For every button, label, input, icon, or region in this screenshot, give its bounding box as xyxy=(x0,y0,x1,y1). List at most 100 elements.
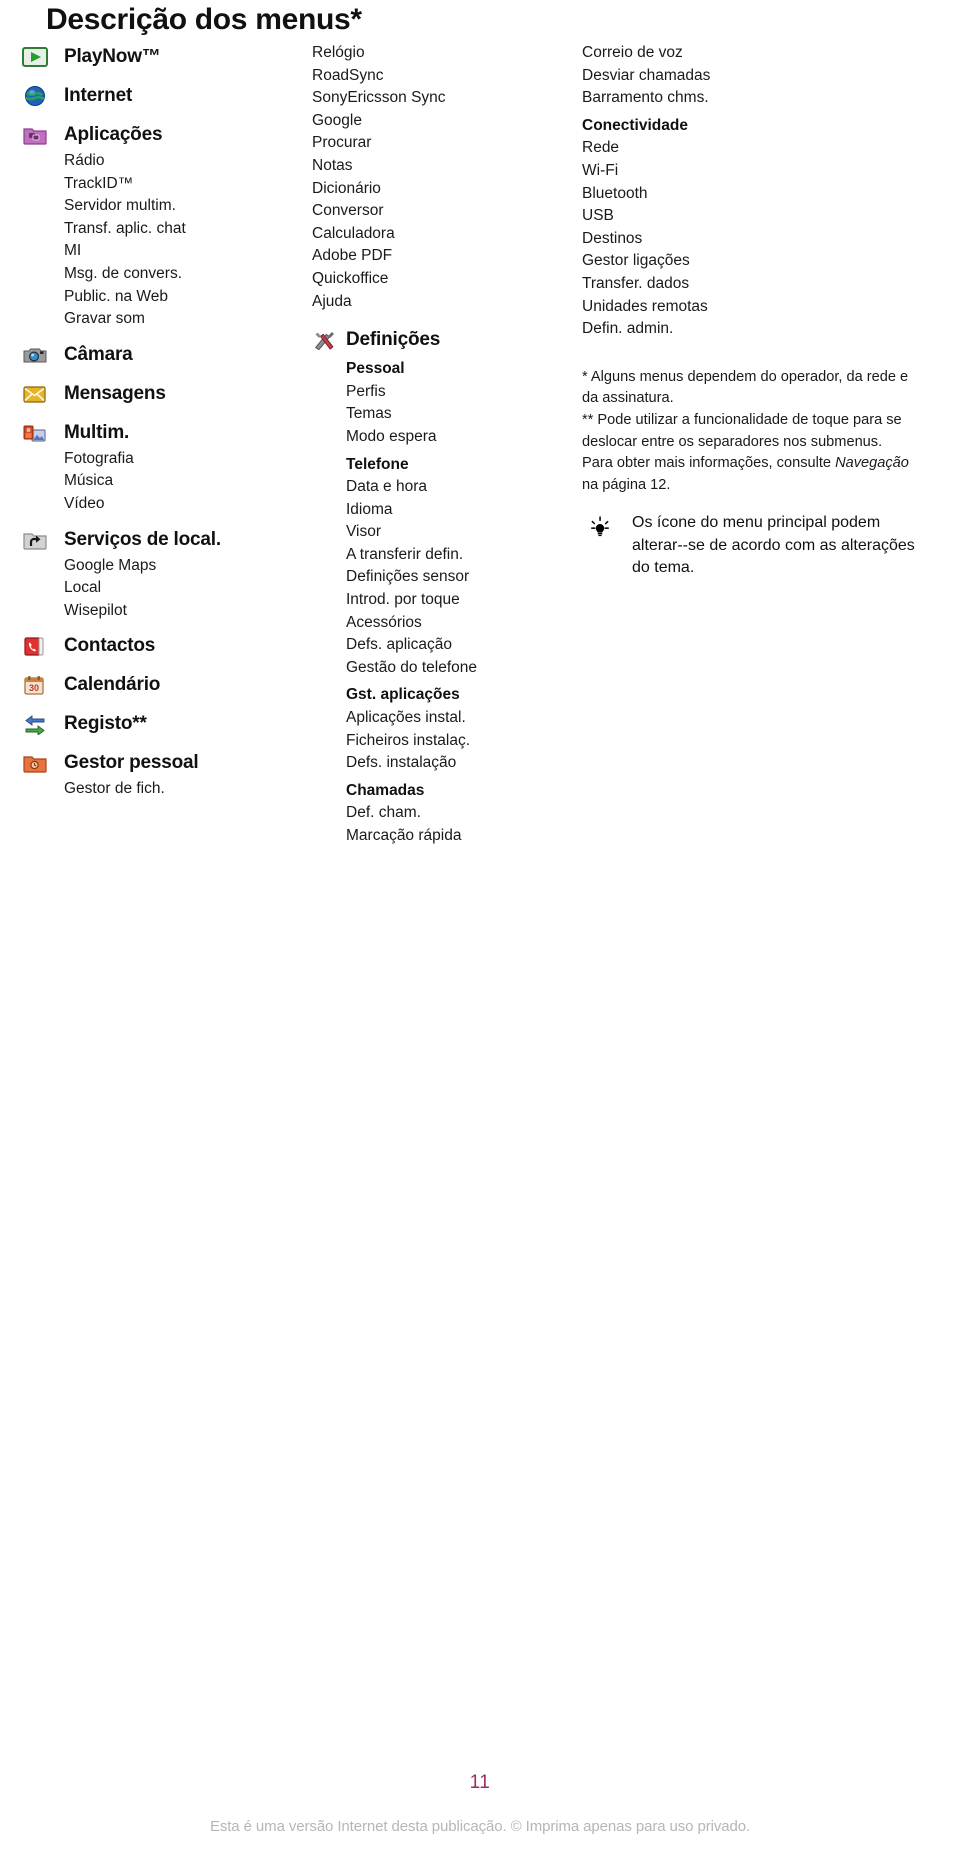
menu-group-contactos: Contactos xyxy=(18,631,308,661)
list-item[interactable]: Defin. admin. xyxy=(582,318,912,341)
multimedia-icon xyxy=(22,422,48,444)
menu-item-camara[interactable]: Câmara xyxy=(18,340,308,370)
list-item-group-header[interactable]: Telefone xyxy=(346,449,582,477)
list-item[interactable]: Modo espera xyxy=(346,426,582,449)
menu-item-internet[interactable]: Internet xyxy=(18,81,308,111)
menu-group-gestor-pessoal: Gestor pessoal Gestor de fich. xyxy=(18,748,308,801)
list-item[interactable]: TrackID™ xyxy=(64,173,308,196)
list-item-group-header[interactable]: Conectividade xyxy=(582,110,912,138)
menu-item-aplicacoes[interactable]: Aplicações xyxy=(18,120,308,150)
list-item[interactable]: Fotografia xyxy=(64,448,308,471)
menu-item-gestor-pessoal[interactable]: Gestor pessoal xyxy=(18,748,308,778)
list-item[interactable]: Defs. instalação xyxy=(346,752,582,775)
list-item[interactable]: Defs. aplicação xyxy=(346,634,582,657)
menu-group-mensagens: Mensagens xyxy=(18,379,308,409)
list-item[interactable]: Transfer. dados xyxy=(582,273,912,296)
list-item[interactable]: Rede xyxy=(582,137,912,160)
list-item[interactable]: Barramento chms. xyxy=(582,87,912,110)
list-item[interactable]: Calculadora xyxy=(312,223,582,246)
location-services-folder-icon xyxy=(22,529,48,551)
list-item[interactable]: Introd. por toque xyxy=(346,589,582,612)
menu-item-mensagens[interactable]: Mensagens xyxy=(18,379,308,409)
menu-item-definicoes[interactable]: Definições xyxy=(312,325,582,355)
submenu-servicos-local: Google Maps Local Wisepilot xyxy=(18,555,308,623)
list-item[interactable]: MI xyxy=(64,240,308,263)
list-item[interactable]: Acessórios xyxy=(346,612,582,635)
list-item[interactable]: Procurar xyxy=(312,132,582,155)
tip-note: Os ícone do menu principal podem alterar… xyxy=(582,512,932,579)
list-item[interactable]: A transferir defin. xyxy=(346,544,582,567)
list-item[interactable]: Perfis xyxy=(346,381,582,404)
list-item[interactable]: Temas xyxy=(346,403,582,426)
list-item[interactable]: Gestor de fich. xyxy=(64,778,308,801)
submenu-aplicacoes: Rádio TrackID™ Servidor multim. Transf. … xyxy=(18,150,308,331)
menu-item-gestor-pessoal-label: Gestor pessoal xyxy=(64,752,199,774)
list-item[interactable]: Dicionário xyxy=(312,178,582,201)
list-item[interactable]: RoadSync xyxy=(312,65,582,88)
applications-continued-list: Relógio RoadSync SonyEricsson Sync Googl… xyxy=(312,42,582,313)
playnow-icon xyxy=(22,46,48,68)
list-item[interactable]: SonyEricsson Sync xyxy=(312,87,582,110)
list-item-group-header[interactable]: Gst. aplicações xyxy=(346,679,582,707)
settings-tools-icon xyxy=(312,329,338,351)
list-item[interactable]: Idioma xyxy=(346,499,582,522)
menu-group-camara: Câmara xyxy=(18,340,308,370)
list-item-group-header[interactable]: Chamadas xyxy=(346,775,582,803)
list-item[interactable]: Ajuda xyxy=(312,291,582,314)
menu-column-middle: Relógio RoadSync SonyEricsson Sync Googl… xyxy=(312,42,582,848)
list-item[interactable]: Correio de voz xyxy=(582,42,912,65)
menu-item-playnow[interactable]: PlayNow™ xyxy=(18,42,308,72)
menu-item-mensagens-label: Mensagens xyxy=(64,382,166,404)
footnotes: * Alguns menus dependem do operador, da … xyxy=(582,367,912,497)
list-item[interactable]: Gestor ligações xyxy=(582,250,912,273)
list-item[interactable]: Msg. de convers. xyxy=(64,263,308,286)
menu-item-registo[interactable]: Registo** xyxy=(18,709,308,739)
menu-item-definicoes-label: Definições xyxy=(346,329,441,351)
list-item[interactable]: Desviar chamadas xyxy=(582,65,912,88)
list-item[interactable]: Data e hora xyxy=(346,476,582,499)
list-item[interactable]: Def. cham. xyxy=(346,802,582,825)
list-item[interactable]: Bluetooth xyxy=(582,183,912,206)
list-item[interactable]: Definições sensor xyxy=(346,566,582,589)
list-item[interactable]: Wisepilot xyxy=(64,600,308,623)
list-item[interactable]: Visor xyxy=(346,521,582,544)
list-item[interactable]: Relógio xyxy=(312,42,582,65)
list-item[interactable]: Transf. aplic. chat xyxy=(64,218,308,241)
list-item[interactable]: Local xyxy=(64,577,308,600)
menu-group-registo: Registo** xyxy=(18,709,308,739)
list-item[interactable]: Public. na Web xyxy=(64,286,308,309)
menu-item-contactos-label: Contactos xyxy=(64,635,156,657)
list-item[interactable]: Rádio xyxy=(64,150,308,173)
list-item[interactable]: Música xyxy=(64,470,308,493)
list-item[interactable]: Servidor multim. xyxy=(64,195,308,218)
list-item[interactable]: USB xyxy=(582,205,912,228)
menu-group-playnow: PlayNow™ xyxy=(18,42,308,72)
list-item[interactable]: Marcação rápida xyxy=(346,825,582,848)
list-item[interactable]: Adobe PDF xyxy=(312,245,582,268)
menu-item-calendario[interactable]: 30 Calendário xyxy=(18,670,308,700)
list-item[interactable]: Notas xyxy=(312,155,582,178)
lightbulb-tip-icon xyxy=(586,514,614,542)
list-item[interactable]: Google Maps xyxy=(64,555,308,578)
list-item-group-header[interactable]: Pessoal xyxy=(346,358,582,381)
menu-item-servicos-local[interactable]: Serviços de local. xyxy=(18,525,308,555)
list-item[interactable]: Aplicações instal. xyxy=(346,707,582,730)
list-item[interactable]: Google xyxy=(312,110,582,133)
list-item[interactable]: Wi-Fi xyxy=(582,160,912,183)
menu-group-internet: Internet xyxy=(18,81,308,111)
menu-item-contactos[interactable]: Contactos xyxy=(18,631,308,661)
menu-item-multimedia[interactable]: Multim. xyxy=(18,418,308,448)
footnote-single-star: * Alguns menus dependem do operador, da … xyxy=(582,368,909,407)
page-number: 11 xyxy=(469,1772,491,1793)
list-item[interactable]: Vídeo xyxy=(64,493,308,516)
list-item[interactable]: Destinos xyxy=(582,228,912,251)
list-item[interactable]: Gravar som xyxy=(64,308,308,331)
list-item[interactable]: Gestão do telefone xyxy=(346,657,582,680)
list-item[interactable]: Unidades remotas xyxy=(582,296,912,319)
list-item[interactable]: Conversor xyxy=(312,200,582,223)
list-item[interactable]: Ficheiros instalaç. xyxy=(346,730,582,753)
list-item[interactable]: Quickoffice xyxy=(312,268,582,291)
copyright-disclaimer: Esta é uma versão Internet desta publica… xyxy=(209,1818,751,1835)
menu-item-calendario-label: Calendário xyxy=(64,674,161,696)
menu-item-registo-label: Registo** xyxy=(64,713,147,735)
